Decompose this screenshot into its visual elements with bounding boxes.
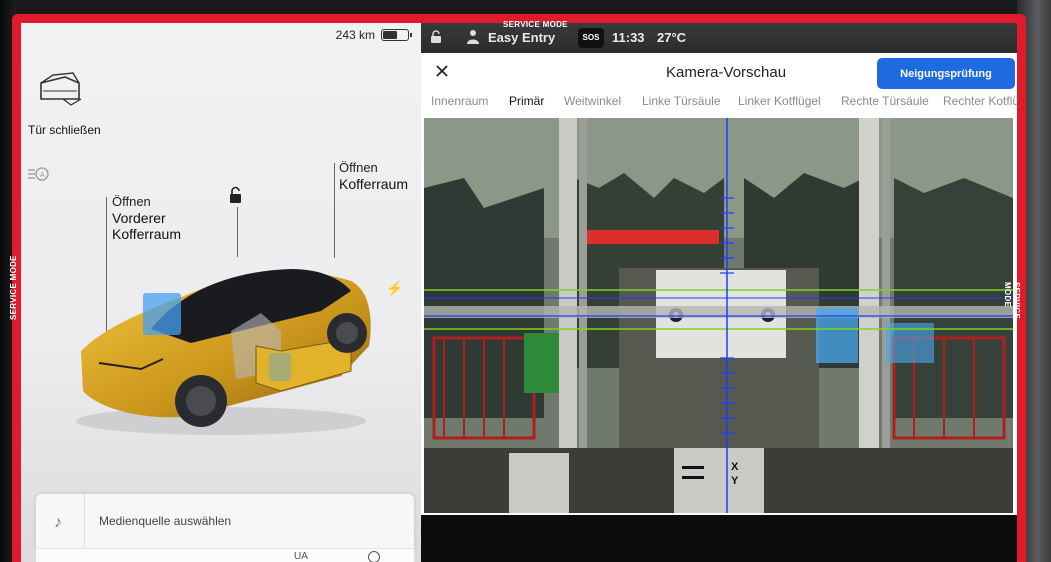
service-mode-label-left: SERVICE MODE <box>9 255 18 320</box>
service-mode-label-top: SERVICE MODE <box>503 20 568 29</box>
service-mode-frame <box>12 14 1026 562</box>
service-mode-label-right: SERVICE MODE <box>1003 282 1021 320</box>
